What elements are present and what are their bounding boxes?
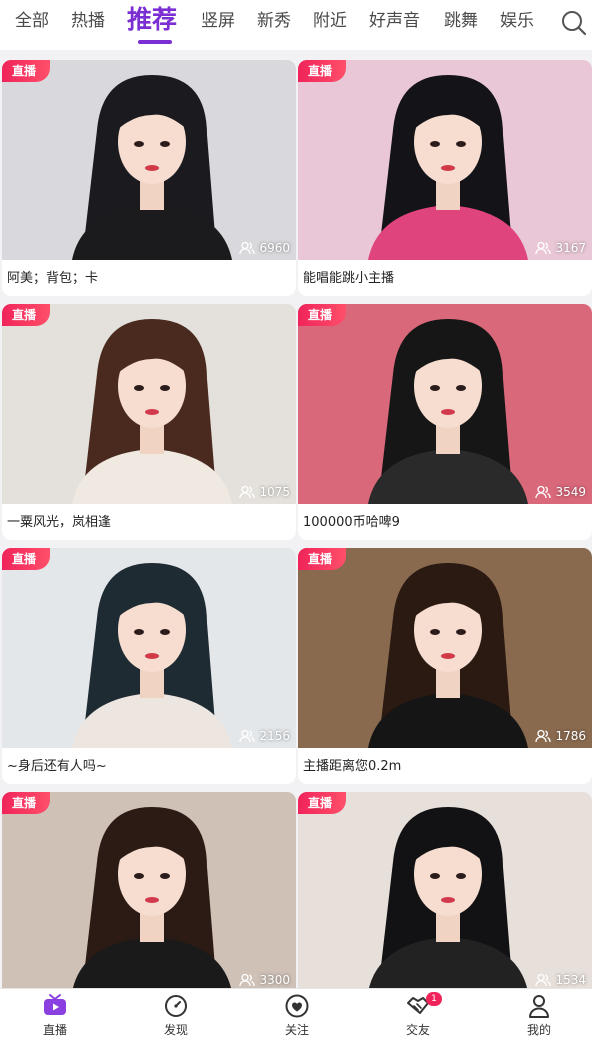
tv-icon	[44, 994, 66, 1015]
heart-icon	[285, 994, 309, 1018]
streamer-photo	[298, 60, 592, 260]
viewer-count-value: 3300	[259, 973, 290, 987]
live-badge: 直播	[2, 304, 51, 326]
nav-me[interactable]: 我的	[499, 993, 579, 1037]
viewer-count-value: 1786	[555, 729, 586, 743]
viewer-count: 1075	[239, 484, 290, 500]
viewers-icon	[535, 241, 552, 255]
live-badge: 直播	[298, 60, 347, 82]
tab-dance[interactable]: 跳舞	[444, 0, 478, 44]
tab-hot[interactable]: 热播	[71, 0, 105, 44]
viewers-icon	[239, 485, 256, 499]
tab-vertical[interactable]: 竖屏	[201, 0, 235, 44]
stream-thumbnail	[2, 60, 296, 260]
live-badge: 直播	[298, 792, 347, 814]
stream-card[interactable]: 直播 2156 ~身后还有人吗~	[2, 548, 296, 784]
search-icon[interactable]	[560, 9, 588, 37]
viewer-count: 6960	[239, 240, 290, 256]
viewer-count: 3167	[535, 240, 586, 256]
stream-thumbnail	[2, 304, 296, 504]
stream-thumbnail	[2, 548, 296, 748]
stream-card[interactable]: 直播 6960 阿美；背包；卡	[2, 60, 296, 296]
streamer-photo	[298, 304, 592, 504]
stream-thumbnail	[298, 304, 592, 504]
tab-nearby[interactable]: 附近	[313, 0, 347, 44]
viewer-count-value: 6960	[259, 241, 290, 255]
nav-label: 关注	[284, 1023, 309, 1037]
nav-discover[interactable]: 发现	[136, 993, 216, 1037]
viewer-count-value: 1075	[259, 485, 290, 499]
streamer-photo	[298, 792, 592, 988]
viewers-icon	[239, 729, 256, 743]
stream-title: ~身后还有人吗~	[7, 759, 107, 774]
active-tab-indicator	[138, 40, 172, 44]
live-badge: 直播	[2, 60, 51, 82]
stream-title: 阿美；背包；卡	[7, 271, 99, 286]
viewer-count-value: 1534	[555, 973, 586, 987]
stream-title: 主播距离您0.2m	[303, 759, 402, 774]
bottom-nav: 直播 发现 关注 1 交友 我的	[0, 988, 592, 1038]
viewer-count: 1786	[535, 728, 586, 744]
stream-title: 能唱能跳小主播	[303, 271, 395, 286]
viewer-count-value: 3549	[555, 485, 586, 499]
nav-label: 交友	[405, 1023, 430, 1037]
nav-label: 直播	[42, 1023, 67, 1037]
tab-good-voice[interactable]: 好声音	[369, 0, 420, 44]
viewers-icon	[239, 973, 256, 987]
viewer-count: 2156	[239, 728, 290, 744]
compass-icon	[165, 995, 187, 1017]
viewer-count-value: 3167	[555, 241, 586, 255]
viewer-count: 3549	[535, 484, 586, 500]
stream-thumbnail	[2, 792, 296, 988]
stream-thumbnail	[298, 792, 592, 988]
live-badge: 直播	[2, 792, 51, 814]
live-badge: 直播	[298, 304, 347, 326]
stream-card[interactable]: 直播 3300	[2, 792, 296, 988]
notification-badge: 1	[426, 992, 442, 1006]
nav-follow[interactable]: 关注	[257, 993, 337, 1037]
nav-friends[interactable]: 1 交友	[378, 992, 458, 1037]
live-badge: 直播	[2, 548, 51, 570]
stream-grid: 直播 6960 阿美；背包；卡 直播 3167 能唱能跳小主播 直播 1075 …	[0, 58, 592, 988]
stream-title: 100000币哈啤9	[303, 515, 400, 530]
nav-label: 我的	[526, 1023, 551, 1037]
viewers-icon	[535, 973, 552, 987]
tab-recommend[interactable]: 推荐	[127, 0, 177, 44]
tab-all[interactable]: 全部	[15, 0, 49, 44]
viewer-count: 1534	[535, 972, 586, 988]
streamer-photo	[2, 792, 296, 988]
tab-newcomers[interactable]: 新秀	[257, 0, 291, 44]
live-badge: 直播	[298, 548, 347, 570]
viewer-count-value: 2156	[259, 729, 290, 743]
stream-thumbnail	[298, 60, 592, 260]
viewers-icon	[535, 485, 552, 499]
viewers-icon	[535, 729, 552, 743]
streamer-photo	[2, 60, 296, 260]
streamer-photo	[2, 548, 296, 748]
stream-title: 一粟风光，岚相逢	[7, 515, 112, 530]
stream-card[interactable]: 直播 3549 100000币哈啤9	[298, 304, 592, 540]
streamer-photo	[298, 548, 592, 748]
nav-label: 发现	[163, 1023, 188, 1037]
stream-card[interactable]: 直播 1075 一粟风光，岚相逢	[2, 304, 296, 540]
stream-card[interactable]: 直播 1786 主播距离您0.2m	[298, 548, 592, 784]
stream-card[interactable]: 直播 3167 能唱能跳小主播	[298, 60, 592, 296]
viewers-icon	[239, 241, 256, 255]
nav-live[interactable]: 直播	[15, 993, 95, 1037]
person-icon	[529, 995, 549, 1018]
viewer-count: 3300	[239, 972, 290, 988]
tab-entertainment[interactable]: 娱乐	[500, 0, 534, 44]
stream-card[interactable]: 直播 1534	[298, 792, 592, 988]
streamer-photo	[2, 304, 296, 504]
top-tab-bar: 全部 热播 推荐 竖屏 新秀 附近 好声音 跳舞 娱乐	[0, 0, 592, 50]
stream-thumbnail	[298, 548, 592, 748]
